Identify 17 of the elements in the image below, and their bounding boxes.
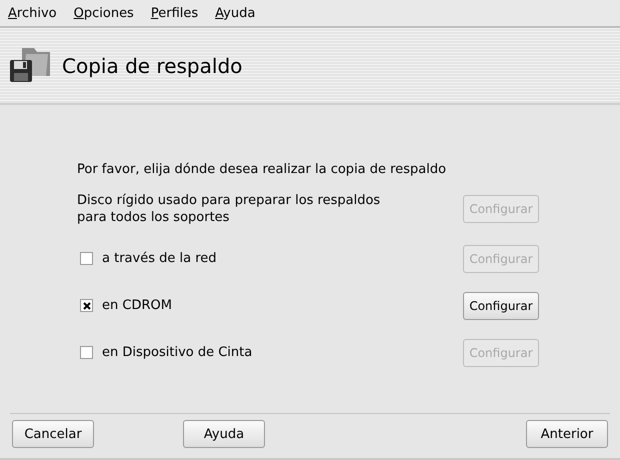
- back-button[interactable]: Anterior: [526, 420, 608, 448]
- menu-item[interactable]: Opciones: [74, 6, 134, 20]
- menu-item[interactable]: Ayuda: [215, 6, 256, 20]
- prompt-text: Por favor, elija dónde desea realizar la copia de respaldo: [77, 162, 448, 177]
- menu-item[interactable]: Perfiles: [150, 6, 198, 20]
- cancel-button[interactable]: Cancelar: [12, 420, 94, 448]
- option-label[interactable]: en CDROM: [102, 298, 463, 313]
- checkbox[interactable]: [80, 299, 93, 312]
- menu-item[interactable]: Archivo: [8, 6, 57, 20]
- option-label[interactable]: en Dispositivo de Cinta: [102, 345, 463, 360]
- page-title: Copia de respaldo: [62, 54, 242, 78]
- configure-button[interactable]: Configurar: [463, 292, 539, 320]
- option-label[interactable]: a través de la red: [102, 251, 463, 266]
- help-button[interactable]: Ayuda: [183, 420, 265, 448]
- checkbox[interactable]: [80, 346, 93, 359]
- option-label: Disco rígido usado para preparar los respaldos para todos los soportes: [77, 192, 380, 226]
- checkbox[interactable]: [80, 252, 93, 265]
